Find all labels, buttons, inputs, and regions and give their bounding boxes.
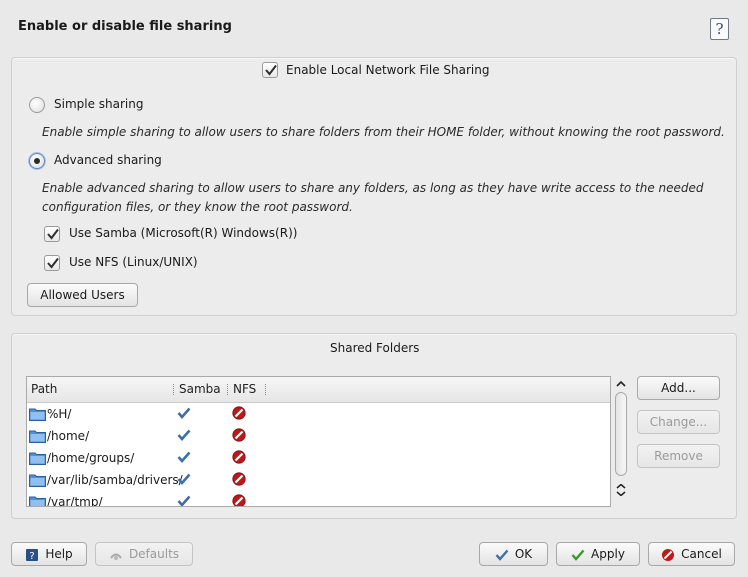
cancel-label: Cancel	[681, 547, 722, 561]
simple-sharing-radio[interactable]	[29, 97, 45, 116]
nfs-disabled-icon	[232, 472, 246, 486]
use-nfs-checkbox[interactable]	[44, 255, 60, 274]
use-nfs-label[interactable]: Use NFS (Linux/UNIX)	[69, 255, 198, 269]
dialog-title: Enable or disable file sharing	[18, 19, 232, 34]
add-folder-label: Add...	[661, 381, 696, 395]
remove-folder-button[interactable]: Remove	[637, 444, 720, 468]
apply-check-icon	[571, 549, 585, 561]
nfs-disabled-icon	[232, 494, 246, 506]
cancel-button[interactable]: Cancel	[648, 542, 735, 566]
enable-local-sharing-label[interactable]: Enable Local Network File Sharing	[286, 63, 489, 77]
advanced-sharing-description-line2: configuration files, or they know the ro…	[42, 200, 353, 214]
folder-icon	[29, 408, 46, 421]
help-button[interactable]: ? Help	[11, 542, 87, 566]
folder-path: /var/tmp/	[47, 495, 103, 507]
column-separator	[227, 384, 229, 395]
samba-enabled-check-icon	[177, 495, 191, 506]
checkbox-box[interactable]	[44, 226, 60, 242]
samba-enabled-check-icon	[177, 429, 191, 441]
table-body: %H/ /home/ /home/groups/ /var/lib/samba/dri…	[27, 403, 610, 507]
vertical-scrollbar[interactable]	[615, 392, 627, 476]
use-samba-label[interactable]: Use Samba (Microsoft(R) Windows(R))	[69, 226, 297, 240]
enable-local-sharing-checkbox[interactable]	[262, 62, 278, 81]
svg-text:?: ?	[30, 551, 35, 562]
simple-sharing-description: Enable simple sharing to allow users to …	[42, 125, 725, 139]
cancel-icon	[662, 548, 675, 561]
table-row[interactable]: /home/	[27, 425, 610, 447]
advanced-sharing-description-line1: Enable advanced sharing to allow users t…	[42, 181, 704, 195]
folder-path: /var/lib/samba/drivers/	[47, 473, 183, 487]
ok-check-icon	[495, 549, 509, 561]
nfs-disabled-icon	[232, 450, 246, 464]
column-header-nfs[interactable]: NFS	[233, 382, 256, 396]
nfs-disabled-icon	[232, 406, 246, 420]
table-row[interactable]: /home/groups/	[27, 447, 610, 469]
folder-path: %H/	[47, 407, 72, 421]
scroll-up-arrow-icon[interactable]	[614, 378, 628, 390]
samba-enabled-check-icon	[177, 473, 191, 485]
column-header-samba[interactable]: Samba	[179, 382, 221, 396]
help-label: Help	[45, 547, 73, 561]
shared-folders-table[interactable]: Path Samba NFS %H/ /home/ /home/groups/ /va…	[26, 376, 611, 507]
folder-icon	[29, 496, 46, 506]
change-folder-label: Change...	[649, 415, 708, 429]
table-header: Path Samba NFS	[27, 377, 610, 403]
apply-label: Apply	[591, 547, 625, 561]
shared-folders-title: Shared Folders	[330, 341, 420, 355]
checkmark-icon	[47, 257, 59, 269]
column-header-path[interactable]: Path	[31, 382, 57, 396]
defaults-icon	[110, 553, 122, 560]
simple-sharing-label[interactable]: Simple sharing	[54, 97, 144, 111]
folder-icon	[29, 474, 46, 487]
advanced-sharing-label[interactable]: Advanced sharing	[54, 153, 162, 167]
folder-icon	[29, 452, 46, 465]
radio-circle[interactable]	[29, 97, 45, 113]
column-separator	[265, 384, 267, 395]
radio-dot	[34, 158, 40, 164]
add-folder-button[interactable]: Add...	[637, 376, 720, 400]
nfs-disabled-icon	[232, 428, 246, 442]
allowed-users-button[interactable]: Allowed Users	[27, 283, 138, 307]
scroll-down-arrow-icon[interactable]	[614, 484, 628, 496]
checkmark-icon	[47, 228, 59, 240]
folder-path: /home/	[47, 429, 90, 443]
radio-circle[interactable]	[29, 153, 45, 169]
table-row[interactable]: /var/tmp/	[27, 491, 610, 507]
ok-button[interactable]: OK	[479, 542, 548, 566]
checkbox-box[interactable]	[262, 62, 278, 78]
table-row[interactable]: /var/lib/samba/drivers/	[27, 469, 610, 491]
change-folder-button[interactable]: Change...	[637, 410, 720, 434]
whats-this-help-icon[interactable]: ?	[710, 18, 729, 40]
checkbox-box[interactable]	[44, 255, 60, 271]
folder-path: /home/groups/	[47, 451, 135, 465]
defaults-button[interactable]: Defaults	[95, 542, 193, 566]
checkmark-icon	[265, 64, 277, 76]
table-row[interactable]: %H/	[27, 403, 610, 425]
remove-folder-label: Remove	[654, 449, 703, 463]
advanced-sharing-radio[interactable]	[29, 153, 45, 172]
help-book-icon: ?	[26, 548, 39, 562]
apply-button[interactable]: Apply	[556, 542, 640, 566]
ok-label: OK	[514, 547, 533, 561]
defaults-label: Defaults	[128, 547, 180, 561]
folder-icon	[29, 430, 46, 443]
samba-enabled-check-icon	[177, 407, 191, 419]
samba-enabled-check-icon	[177, 451, 191, 463]
column-separator	[173, 384, 175, 395]
use-samba-checkbox[interactable]	[44, 226, 60, 245]
